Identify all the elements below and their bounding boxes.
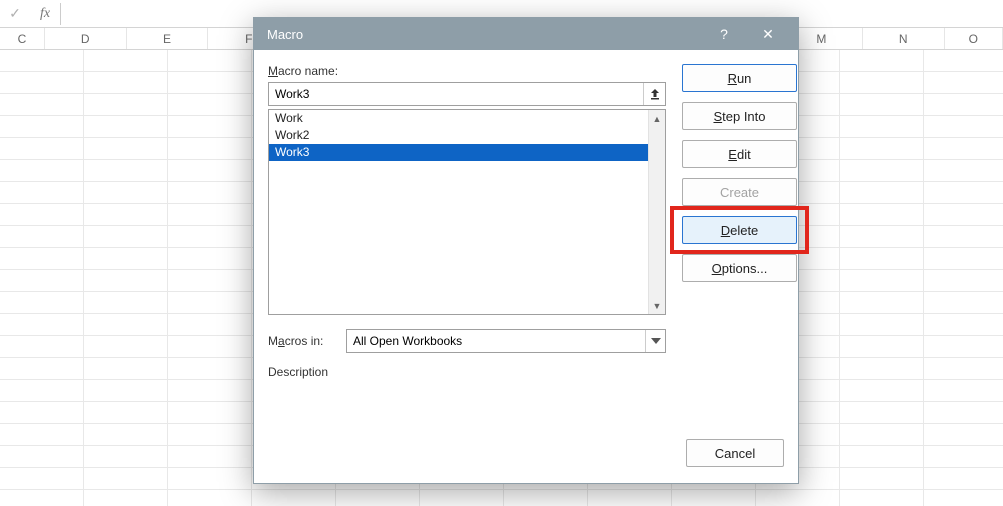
close-icon: ✕ bbox=[762, 26, 774, 43]
fx-icon[interactable]: fx bbox=[30, 6, 60, 22]
help-button[interactable]: ? bbox=[702, 18, 746, 50]
scrollbar[interactable]: ▲ ▼ bbox=[648, 110, 665, 314]
reference-icon bbox=[650, 88, 660, 100]
dialog-title: Macro bbox=[267, 27, 702, 42]
col-header[interactable]: N bbox=[863, 28, 945, 49]
options-button[interactable]: Options... bbox=[682, 254, 797, 282]
list-item[interactable]: Work3 bbox=[269, 144, 648, 161]
confirm-check-icon[interactable]: ✓ bbox=[0, 5, 30, 22]
button-column: Run Step Into Edit Create Delete Options… bbox=[682, 64, 797, 383]
cancel-button[interactable]: Cancel bbox=[686, 439, 784, 467]
list-item[interactable]: Work2 bbox=[269, 127, 648, 144]
macros-in-value: All Open Workbooks bbox=[353, 334, 462, 348]
macros-in-combo[interactable]: All Open Workbooks bbox=[346, 329, 666, 353]
col-header[interactable]: C bbox=[0, 28, 45, 49]
col-header[interactable]: O bbox=[945, 28, 1003, 49]
macro-name-row bbox=[268, 82, 666, 106]
macro-name-input[interactable] bbox=[269, 83, 643, 105]
step-into-button[interactable]: Step Into bbox=[682, 102, 797, 130]
macro-name-label: Macro name: bbox=[268, 64, 666, 78]
reference-picker-button[interactable] bbox=[643, 83, 665, 105]
macro-list: Work Work2 Work3 ▲ ▼ bbox=[268, 109, 666, 315]
create-button: Create bbox=[682, 178, 797, 206]
close-button[interactable]: ✕ bbox=[746, 18, 790, 50]
col-header[interactable]: D bbox=[45, 28, 127, 49]
col-header[interactable]: E bbox=[127, 28, 209, 49]
scroll-down-icon[interactable]: ▼ bbox=[649, 297, 665, 314]
macros-in-label: Macros in: bbox=[268, 334, 328, 348]
delete-button[interactable]: Delete bbox=[682, 216, 797, 244]
chevron-down-icon[interactable] bbox=[645, 330, 665, 352]
run-button[interactable]: Run bbox=[682, 64, 797, 92]
description-label: Description bbox=[268, 365, 666, 379]
list-item[interactable]: Work bbox=[269, 110, 648, 127]
dialog-titlebar[interactable]: Macro ? ✕ bbox=[254, 18, 798, 50]
macro-dialog: Macro ? ✕ Macro name: bbox=[253, 17, 799, 484]
edit-button[interactable]: Edit bbox=[682, 140, 797, 168]
scroll-up-icon[interactable]: ▲ bbox=[649, 110, 665, 127]
